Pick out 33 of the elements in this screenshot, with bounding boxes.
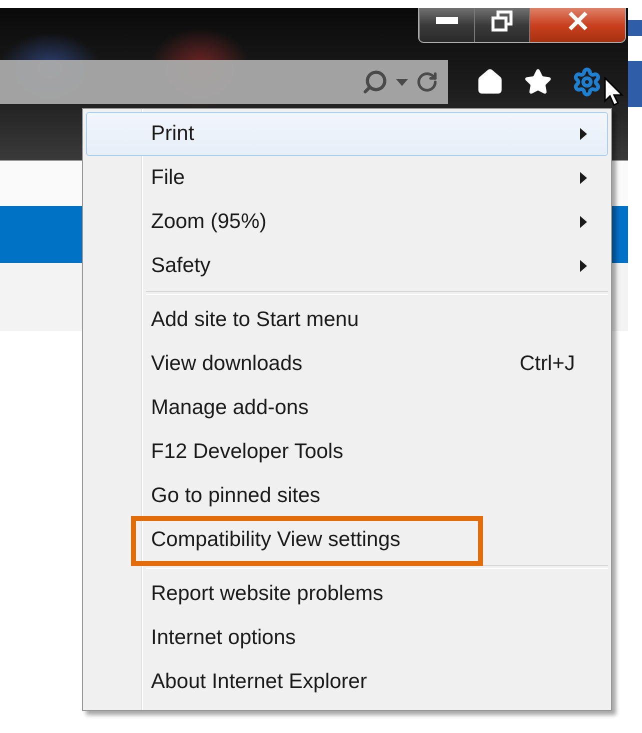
settings-icon[interactable] (572, 67, 602, 97)
menu-item[interactable]: F12 Developer Tools (86, 430, 608, 474)
submenu-arrow-icon (580, 260, 587, 272)
menu-item[interactable]: Safety (86, 244, 608, 288)
submenu-arrow-icon (580, 216, 587, 228)
menu-item[interactable]: Compatibility View settings (86, 518, 608, 562)
star-icon[interactable] (524, 68, 552, 96)
menu-item[interactable]: Report website problems (86, 572, 608, 616)
menu-item[interactable]: Zoom (95%) (86, 200, 608, 244)
restore-button[interactable] (474, 8, 529, 42)
home-icon[interactable] (476, 68, 504, 96)
search-icon[interactable] (362, 69, 388, 95)
menu-item[interactable]: View downloads Ctrl+J (86, 342, 608, 386)
menu-item[interactable]: Print (86, 112, 608, 156)
minimize-button[interactable] (419, 8, 474, 42)
menu-item[interactable]: File (86, 156, 608, 200)
submenu-arrow-icon (580, 128, 587, 140)
caret-icon[interactable] (396, 78, 408, 86)
menu-item[interactable]: Go to pinned sites (86, 474, 608, 518)
menu-item[interactable]: About Internet Explorer (86, 660, 608, 704)
submenu-arrow-icon (580, 172, 587, 184)
side-panel-edge (628, 61, 642, 107)
close-button[interactable] (529, 8, 625, 42)
restore-icon (491, 10, 513, 32)
minimize-icon (436, 17, 458, 25)
refresh-icon[interactable] (416, 71, 438, 93)
cursor-icon (604, 77, 624, 107)
menu-item[interactable]: Add site to Start menu (86, 298, 608, 342)
menu-item[interactable]: Manage add-ons (86, 386, 608, 430)
shortcut-label: Ctrl+J (520, 352, 575, 376)
menu-item[interactable]: Internet options (86, 616, 608, 660)
side-panel-edge (628, 20, 642, 36)
close-icon (566, 11, 588, 31)
